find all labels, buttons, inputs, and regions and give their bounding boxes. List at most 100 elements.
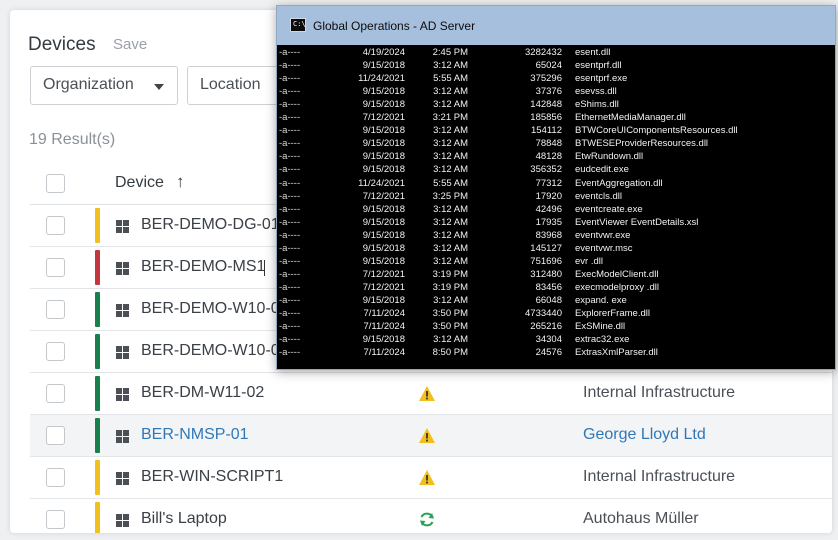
file-size: 24576 [535,347,562,359]
warning-icon [419,470,435,485]
file-size: 4733440 [525,308,562,319]
file-name: ExSMine.dll [575,321,626,333]
row-checkbox[interactable] [46,342,65,361]
file-time: 3:12 AM [433,86,468,98]
table-row[interactable]: BER-DM-W11-02 Internal Infrastructure [30,373,832,415]
organization-filter[interactable]: Organization [30,66,178,105]
file-size: 751696 [530,255,562,267]
file-attributes: -a---- [279,294,301,306]
file-attributes: -a---- [279,321,301,333]
windows-icon [116,262,129,275]
file-date: 9/15/2018 [362,334,405,346]
row-checkbox[interactable] [46,300,65,319]
file-time: 5:55 AM [433,177,468,189]
file-time: 3:50 PM [432,321,468,333]
file-date: 9/15/2018 [362,60,405,72]
table-row[interactable]: BER-NMSP-01 George Lloyd Ltd [30,415,832,457]
terminal-line: -a---- 9/15/2018 3:12 AM 66048 expand. exe [277,295,835,308]
terminal-icon: C:\ [290,18,306,32]
file-date: 9/15/2018 [362,229,405,241]
terminal-line: -a---- 9/15/2018 3:12 AM 356352 eudcedit.exe [277,164,835,177]
file-attributes: -a---- [279,308,301,319]
file-size: 265216 [530,321,562,333]
file-time: 3:21 PM [432,112,468,124]
file-date: 9/15/2018 [362,294,405,306]
file-size: 145127 [530,242,562,254]
row-checkbox[interactable] [46,384,65,403]
terminal-line: -a---- 7/12/2021 3:21 PM 185856 EthernetMedi… [277,112,835,125]
terminal-output[interactable]: -a---- 4/19/2024 2:45 PM 3282432 esent.dll -a… [277,45,835,369]
file-date: 7/12/2021 [362,281,405,293]
row-checkbox[interactable] [46,510,65,529]
device-name: Bill's Laptop [141,510,227,527]
file-date: 9/15/2018 [362,86,405,98]
file-time: 3:12 AM [433,242,468,254]
file-time: 8:50 PM [432,347,468,359]
file-size: 42496 [535,203,562,215]
file-name: eventcls.dll [575,190,622,202]
file-time: 3:19 PM [432,268,468,280]
file-name: esentprf.exe [575,73,628,85]
row-checkbox[interactable] [46,426,65,445]
file-size: 356352 [530,164,562,176]
terminal-line: -a---- 9/15/2018 3:12 AM 65024 esentprf.dll [277,60,835,73]
file-name: evr .dll [575,255,603,267]
file-size: 185856 [530,112,562,124]
file-time: 3:19 PM [432,281,468,293]
table-row[interactable]: Bill's Laptop Autohaus Müller [30,499,832,533]
terminal-window[interactable]: C:\ Global Operations - AD Server -a----… [276,5,836,370]
file-name: esent.dll [575,47,611,58]
file-name: eventcreate.exe [575,203,643,215]
file-attributes: -a---- [279,47,301,58]
file-name: esentprf.dll [575,60,622,72]
sort-ascending-icon[interactable]: ↑ [176,172,185,192]
file-size: 34304 [535,334,562,346]
file-time: 3:12 AM [433,216,468,228]
select-all-checkbox[interactable] [46,174,65,193]
device-name[interactable]: BER-NMSP-01 [141,426,249,444]
windows-icon [116,220,129,233]
windows-icon [116,514,129,527]
table-row[interactable]: BER-WIN-SCRIPT1 Internal Infrastructure [30,457,832,499]
file-date: 9/15/2018 [362,203,405,215]
save-button[interactable]: Save [113,36,147,53]
warning-icon [419,428,435,443]
terminal-line: -a---- 11/24/2021 5:55 AM 375296 esentprf.ex… [277,73,835,86]
file-attributes: -a---- [279,216,301,228]
terminal-line: -a---- 7/12/2021 3:25 PM 17920 eventcls.dll [277,191,835,204]
organization-name[interactable]: George Lloyd Ltd [583,426,706,444]
terminal-line: -a---- 7/12/2021 3:19 PM 312480 ExecModelCli… [277,269,835,282]
file-attributes: -a---- [279,268,301,280]
file-time: 3:12 AM [433,334,468,346]
terminal-line: -a---- 7/11/2024 8:50 PM 24576 ExtrasXmlPars… [277,347,835,360]
file-name: esevss.dll [575,86,617,98]
file-time: 3:25 PM [432,190,468,202]
row-checkbox[interactable] [46,216,65,235]
terminal-line: -a---- 9/15/2018 3:12 AM 42496 eventcreate.e… [277,204,835,217]
file-date: 7/12/2021 [362,190,405,202]
file-name: BTWCoreUIComponentsResources.dll [575,125,738,137]
status-bar [95,502,100,533]
file-date: 9/15/2018 [362,99,405,111]
file-attributes: -a---- [279,347,301,359]
terminal-line: -a---- 9/15/2018 3:12 AM 48128 EtwRundown.dl… [277,151,835,164]
location-filter-label: Location [200,76,261,93]
file-attributes: -a---- [279,334,301,346]
file-date: 9/15/2018 [362,125,405,137]
terminal-line: -a---- 9/15/2018 3:12 AM 83968 eventvwr.exe [277,230,835,243]
file-size: 375296 [530,73,562,85]
file-size: 66048 [535,294,562,306]
terminal-line: -a---- 7/11/2024 3:50 PM 265216 ExSMine.dll [277,321,835,334]
file-name: ExtrasXmlParser.dll [575,347,658,359]
file-name: eventvwr.msc [575,242,633,254]
file-size: 154112 [531,125,562,137]
organization-name: Internal Infrastructure [583,468,736,485]
file-size: 77312 [535,177,562,189]
row-checkbox[interactable] [46,258,65,277]
column-header-device[interactable]: Device [115,174,164,192]
row-checkbox[interactable] [46,468,65,487]
file-size: 17935 [535,216,562,228]
file-name: extrac32.exe [575,334,630,346]
file-attributes: -a---- [279,190,301,202]
terminal-titlebar[interactable]: C:\ Global Operations - AD Server [277,6,835,45]
